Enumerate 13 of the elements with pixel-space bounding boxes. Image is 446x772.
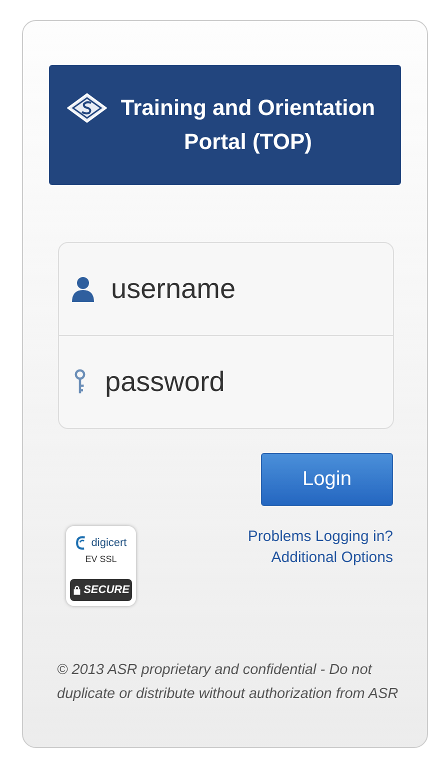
badge-type: EV SSL — [85, 554, 117, 564]
help-link[interactable]: Additional Options — [271, 549, 393, 566]
password-field[interactable]: password — [103, 365, 367, 399]
badge-brand: digicert — [91, 537, 127, 549]
help-link[interactable]: Problems Logging in? — [248, 528, 393, 545]
diamond-logo-icon — [67, 93, 107, 123]
user-icon — [71, 276, 95, 302]
badge-status: SECURE — [84, 584, 130, 596]
portal-title: Training and Orientation Portal (TOP) — [120, 94, 376, 156]
login-button[interactable]: Login — [261, 453, 393, 506]
lock-icon — [72, 585, 81, 595]
username-field[interactable]: username — [109, 272, 373, 306]
copyright-notice: © 2013 ASR proprietary and confidential - Do not duplicate or distribute without authorization from ASR — [57, 661, 400, 704]
